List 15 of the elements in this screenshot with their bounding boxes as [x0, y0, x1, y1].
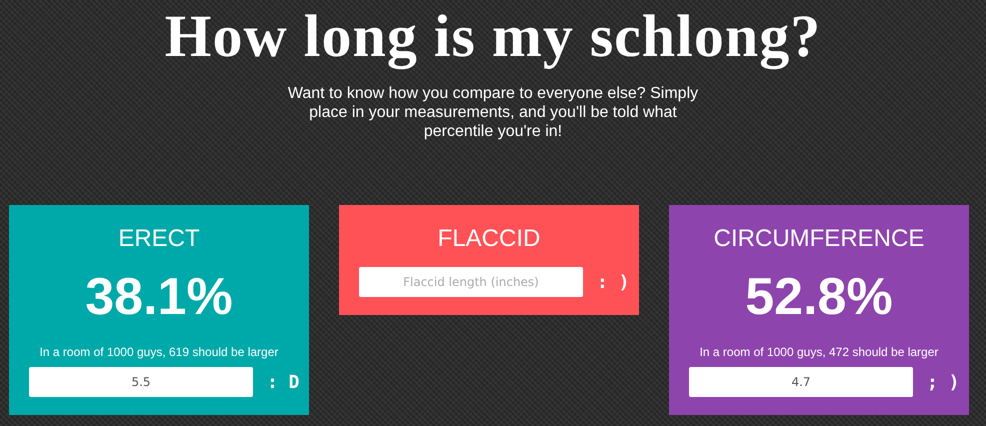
- emoticon: : D: [267, 372, 300, 392]
- input-field[interactable]: 5.5: [29, 367, 253, 397]
- page-title: How long is my schlong?: [164, 2, 822, 72]
- result-caption: In a room of 1000 guys, 472 should be larger: [700, 345, 938, 359]
- card-title: ERECT: [118, 225, 200, 253]
- percentile-value: 38.1%: [85, 269, 233, 325]
- card-title: CIRCUMFERENCE: [714, 225, 924, 253]
- subtitle: Want to know how you compare to everyone else? Simply place in your measurements, and you'll be told what percentile you're in!: [286, 84, 700, 141]
- result-caption: In a room of 1000 guys, 619 should be larger: [40, 345, 278, 359]
- emoticon: ; ): [927, 372, 960, 392]
- percentile-value: 52.8%: [745, 269, 893, 325]
- input-field[interactable]: Flaccid length (inches): [359, 267, 583, 297]
- input-field[interactable]: 4.7: [689, 367, 913, 397]
- emoticon: : ): [597, 272, 630, 292]
- card-title: FLACCID: [438, 225, 540, 253]
